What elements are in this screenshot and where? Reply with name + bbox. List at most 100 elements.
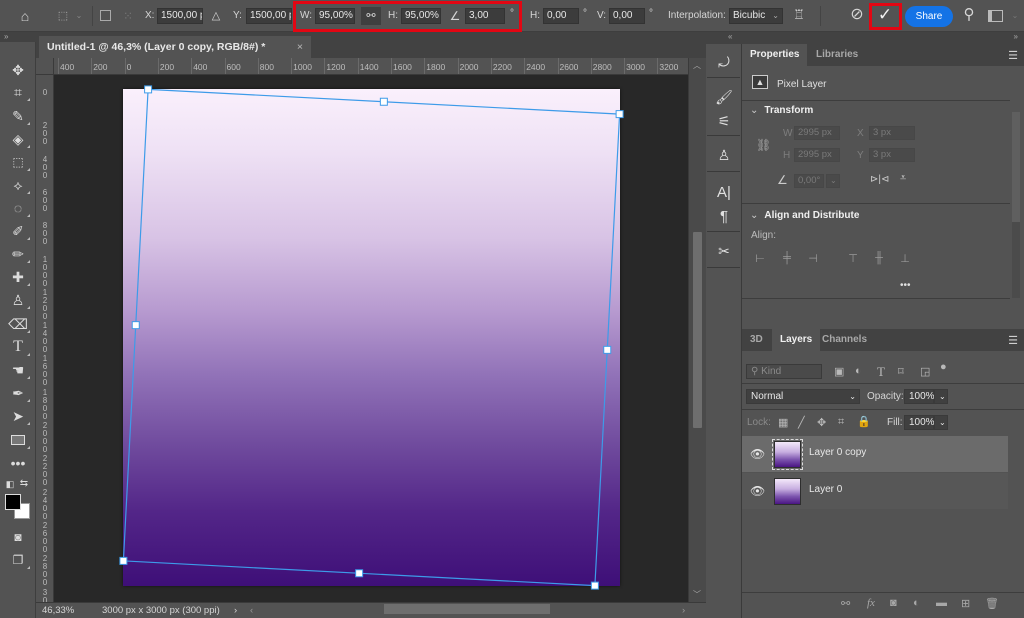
brush-tool-icon[interactable]: ✏ [6, 244, 30, 264]
ruler-origin[interactable] [36, 58, 54, 75]
expand-panels-icon[interactable]: » [1014, 32, 1018, 41]
quick-selection-tool-icon[interactable]: ◌ [6, 198, 30, 218]
layer-effects-fx-icon[interactable]: fx [867, 597, 875, 609]
panel-menu-icon[interactable]: ☰ [1008, 49, 1018, 62]
pen-tool-icon[interactable]: ✒ [6, 383, 30, 403]
collapse-panels-icon[interactable]: « [728, 32, 732, 41]
blend-mode-select[interactable]: Normal ⌄ [746, 389, 860, 404]
transform-edge-handle[interactable] [131, 321, 140, 330]
opacity-input[interactable]: 100% [904, 389, 935, 404]
smudge-tool-icon[interactable]: ☚ [6, 360, 30, 380]
eyedropper-tool-icon[interactable]: ✎ [6, 106, 30, 126]
tab-layers[interactable]: Layers [772, 329, 821, 351]
document-tab[interactable]: Untitled-1 @ 46,3% (Layer 0 copy, RGB/8#… [39, 36, 311, 58]
move-tool-icon[interactable]: ✥ [6, 60, 30, 80]
flip-horizontal-icon[interactable]: ⊳|⊲ [870, 174, 889, 185]
chevron-down-icon[interactable]: ⌄ [1010, 8, 1020, 24]
transform-corner-handle[interactable] [119, 556, 128, 565]
paragraph-panel-icon[interactable]: ¶ [711, 206, 737, 228]
scroll-right-icon[interactable]: › [682, 605, 685, 616]
horizontal-ruler[interactable]: 400 200 0 200 400 600 800 1000 1200 1400 1600 1800 2… [54, 58, 688, 75]
transform-preset-icon[interactable]: ⬚ [54, 8, 72, 24]
more-options-button[interactable]: ••• [900, 280, 911, 291]
zoom-level[interactable]: 46,33% [42, 605, 74, 616]
props-angle-dropdown[interactable]: ⌄ [826, 174, 840, 188]
height-scale-input[interactable]: 95,00% [401, 8, 441, 24]
width-scale-input[interactable]: 95,00% [315, 8, 355, 24]
add-mask-icon[interactable]: ◙ [890, 597, 897, 609]
fill-dropdown[interactable]: ⌄ [934, 415, 948, 430]
delete-layer-trash-icon[interactable]: 🗑 [985, 597, 999, 610]
link-dimensions-icon[interactable]: ⛓ [756, 138, 771, 152]
commit-transform-checkmark-icon[interactable]: ✓ [874, 6, 896, 23]
lock-all-icon[interactable]: 🔒 [857, 415, 871, 428]
lock-position-icon[interactable]: ✥ [817, 416, 826, 429]
cancel-transform-icon[interactable]: ⊘ [848, 7, 866, 23]
tab-3d[interactable]: 3D [742, 329, 771, 351]
rectangle-tool-icon[interactable] [6, 430, 30, 450]
brushes-panel-icon[interactable]: ⚟ [711, 110, 737, 132]
lasso-tool-icon[interactable]: ⟡ [6, 175, 30, 195]
search-icon[interactable]: ⚲ [960, 7, 978, 23]
transform-edge-handle[interactable] [379, 97, 388, 106]
path-selection-tool-icon[interactable]: ➤ [6, 406, 30, 426]
eraser-tool-icon[interactable]: ⌫ [6, 314, 30, 334]
scroll-down-icon[interactable]: ﹀ [693, 589, 701, 600]
rotate-angle-input[interactable]: 3,00 [465, 8, 505, 24]
home-icon[interactable]: ⌂ [16, 8, 34, 24]
transform-edge-handle[interactable] [603, 345, 612, 354]
quick-mask-icon[interactable]: ◙ [6, 527, 30, 547]
more-tools-icon[interactable]: ••• [6, 453, 30, 473]
vertical-ruler[interactable]: 0 200 400 600 800 1000 1200 1400 1600 1800 2000 220… [36, 75, 54, 602]
y-position-input[interactable]: 1500,00 p [246, 8, 292, 24]
layer-filter-kind-select[interactable]: ⚲ Kind [746, 364, 822, 379]
props-x-input[interactable]: 3 px [869, 126, 915, 140]
transform-section-toggle[interactable]: ⌄ Transform [750, 105, 813, 116]
align-bottom-icon[interactable]: ⊥ [897, 252, 913, 266]
layer-name[interactable]: Layer 0 copy [809, 447, 866, 458]
filter-pixel-icon[interactable]: ▣ [834, 365, 844, 378]
filter-type-icon[interactable]: T [877, 364, 885, 380]
opacity-dropdown[interactable]: ⌄ [934, 389, 948, 404]
align-right-icon[interactable]: ⊣ [805, 252, 821, 266]
adjustment-layer-icon[interactable]: ◐ [913, 597, 920, 609]
clone-source-icon[interactable]: ♙ [711, 144, 737, 166]
vertical-scroll-thumb[interactable] [693, 232, 702, 428]
filter-toggle-icon[interactable]: ● [940, 361, 947, 373]
document-info[interactable]: 3000 px x 3000 px (300 ppi) [102, 605, 220, 616]
transform-outline[interactable] [122, 88, 621, 587]
crop-tool-icon[interactable]: ⌗ [6, 82, 30, 102]
flip-vertical-icon[interactable]: ⩡ [900, 172, 906, 185]
transform-corner-handle[interactable] [615, 110, 624, 119]
marquee-tool-icon[interactable]: ⬚ [6, 152, 30, 172]
interpolation-select[interactable]: Bicubic ⌄ [729, 8, 783, 24]
relative-position-icon[interactable]: △ [209, 8, 223, 24]
tab-libraries[interactable]: Libraries [808, 44, 866, 66]
transform-edge-handle[interactable] [355, 569, 364, 578]
gradient-pen-tool-icon[interactable]: ✐ [6, 221, 30, 241]
new-layer-icon[interactable]: ⊞ [961, 597, 970, 610]
clone-stamp-tool-icon[interactable]: ♙ [6, 290, 30, 310]
scroll-left-icon[interactable]: ‹ [250, 605, 253, 616]
align-top-icon[interactable]: ⊤ [845, 252, 861, 266]
workspace-layout-icon[interactable] [988, 10, 1003, 22]
layer-row[interactable]: 👁 Layer 0 [742, 473, 1008, 509]
panel-menu-icon[interactable]: ☰ [1008, 334, 1018, 347]
tab-properties[interactable]: Properties [742, 44, 808, 66]
transform-corner-handle[interactable] [590, 581, 599, 590]
visibility-eye-icon[interactable]: 👁 [750, 484, 765, 498]
history-panel-icon[interactable]: ⤾ [711, 51, 737, 73]
paint-bucket-tool-icon[interactable]: ◈ [6, 129, 30, 149]
lock-image-pixels-icon[interactable]: ╱ [798, 416, 805, 429]
transform-bounding-box[interactable] [54, 75, 688, 602]
horizontal-scroll-thumb[interactable] [384, 604, 550, 614]
character-panel-icon[interactable]: A| [711, 182, 737, 204]
collapse-toolbar-icon[interactable]: » [0, 32, 36, 42]
screen-mode-icon[interactable]: ❐ [6, 550, 30, 570]
warp-mode-icon[interactable]: ♖ [790, 7, 808, 23]
reference-point-grid-icon[interactable]: ⁙ [120, 8, 136, 24]
fill-input[interactable]: 100% [904, 415, 935, 430]
canvas-area[interactable] [54, 75, 688, 602]
layer-row[interactable]: 👁 Layer 0 copy [742, 436, 1008, 472]
new-group-folder-icon[interactable]: ▬ [936, 597, 947, 609]
